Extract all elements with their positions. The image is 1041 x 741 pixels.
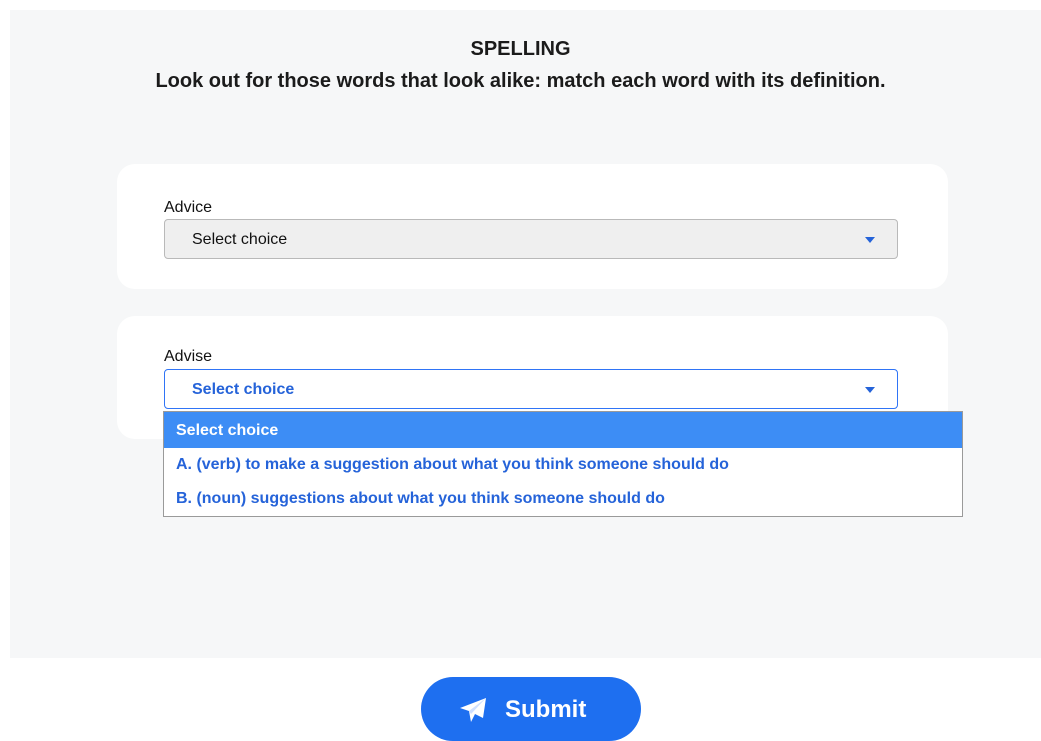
question-word-label: Advise	[164, 348, 213, 365]
submit-label: Submit	[505, 696, 587, 723]
select-value: Select choice	[192, 381, 295, 398]
select-value: Select choice	[192, 231, 288, 248]
question-word-label: Advice	[164, 199, 213, 216]
submit-button[interactable]: Submit	[421, 677, 641, 741]
caret-down-icon	[865, 387, 875, 393]
question-card-advice: Advice Select choice	[117, 164, 948, 289]
paper-plane-icon	[459, 697, 487, 726]
dropdown-option-b[interactable]: B. (noun) suggestions about what you thi…	[164, 482, 962, 516]
instruction-text: Look out for those words that look alike…	[155, 70, 886, 92]
advise-select[interactable]: Select choice	[164, 369, 898, 409]
caret-down-icon	[865, 237, 875, 243]
page-title: SPELLING	[470, 38, 571, 60]
advice-select[interactable]: Select choice	[164, 219, 898, 259]
dropdown-option-placeholder[interactable]: Select choice	[164, 412, 962, 448]
advise-dropdown-list: Select choice A. (verb) to make a sugges…	[163, 411, 963, 517]
dropdown-option-a[interactable]: A. (verb) to make a suggestion about wha…	[164, 448, 962, 482]
